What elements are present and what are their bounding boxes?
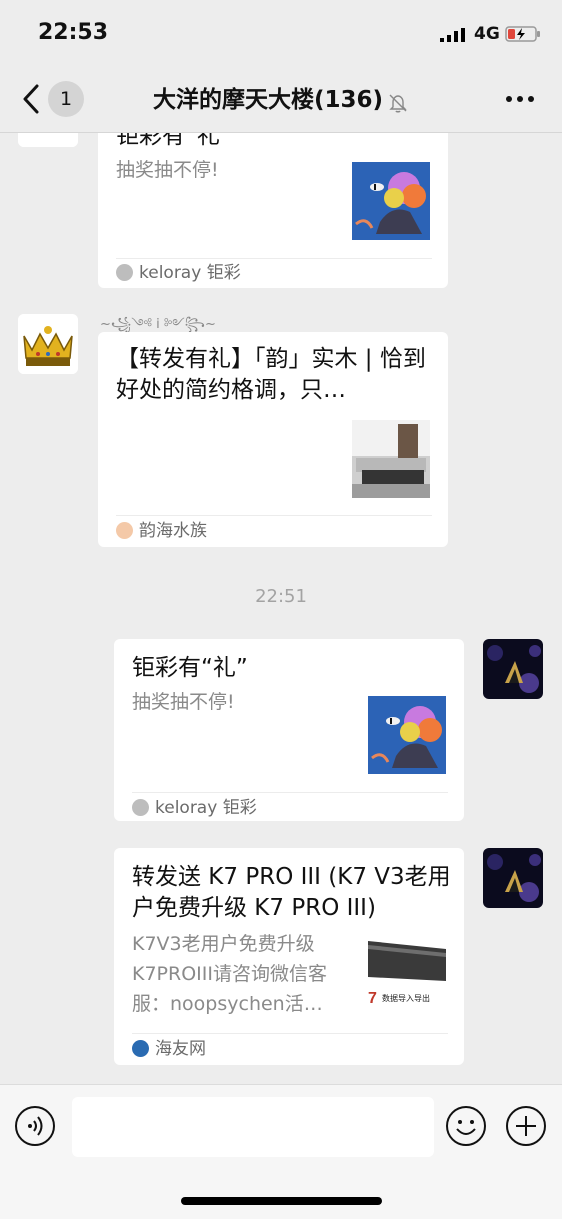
source-logo-icon [116,522,133,539]
signal-icon [440,28,465,42]
link-card[interactable]: 钜彩有“礼” 抽奖抽不停! keloray 钜彩 [114,639,464,821]
status-time: 22:53 [38,20,109,45]
card-description: 抽奖抽不停! [116,159,219,181]
back-chevron-icon[interactable] [20,82,42,116]
more-options-icon[interactable] [504,88,536,110]
source-name: keloray 钜彩 [155,798,257,818]
my-avatar[interactable] [483,639,543,699]
emoji-icon[interactable] [445,1105,487,1147]
card-description: K7V3老用户免费升级K7PROIII请咨询微信客服：noopsychen活… [132,933,327,1015]
card-title: 钜彩有“礼” [116,133,232,149]
card-separator [132,1033,448,1034]
card-title: 钜彩有“礼” [132,655,248,681]
card-description: 抽奖抽不停! [132,691,235,713]
link-card[interactable]: 转发送 K7 PRO III (K7 V3老用户免费升级 K7 PRO III)… [114,848,464,1065]
chat-title: 大洋的摩天大楼(136) [152,87,384,113]
voice-input-icon[interactable] [14,1105,56,1147]
home-indicator [181,1197,382,1205]
source-logo-icon [116,264,133,281]
source-logo-icon [132,1040,149,1057]
card-title: 【转发有礼】「韵」实木 | 恰到好处的简约格调，只… [116,346,426,403]
source-name: 海友网 [155,1039,206,1059]
unread-count-badge[interactable]: 1 [48,81,84,117]
card-source: 海友网 [132,1037,206,1061]
network-type: 4G [474,24,500,44]
chat-area[interactable]: 钜彩有“礼” 抽奖抽不停! keloray 钜彩 ~꧁༺ i ༻꧂~ 【转发有礼… [0,133,562,1083]
sender-avatar[interactable] [18,133,78,147]
card-title: 转发送 K7 PRO III (K7 V3老用户免费升级 K7 PRO III) [132,864,451,921]
svg-text:7: 7 [368,990,377,1007]
my-avatar[interactable] [483,848,543,908]
card-thumbnail [352,162,430,240]
battery-icon [505,26,540,42]
source-logo-icon [132,799,149,816]
card-thumbnail [352,420,430,498]
chat-header: 1 大洋的摩天大楼(136) [0,68,562,133]
source-name: 韵海水族 [139,521,207,541]
message-input[interactable] [72,1097,434,1157]
source-name: keloray 钜彩 [139,263,241,283]
link-card[interactable]: 钜彩有“礼” 抽奖抽不停! keloray 钜彩 [98,133,448,288]
card-thumbnail [368,696,446,774]
mute-bell-icon [389,94,407,112]
card-source: keloray 钜彩 [132,796,257,820]
chat-timestamp: 22:51 [255,586,307,607]
card-thumbnail: 7 数据导入导出 [368,937,446,1015]
chat-title-wrap: 大洋的摩天大楼(136) [0,68,562,132]
thumb-caption: 数据导入导出 [382,994,430,1003]
plus-icon[interactable] [505,1105,547,1147]
card-separator [116,515,432,516]
sender-avatar[interactable] [18,314,78,374]
link-card[interactable]: 【转发有礼】「韵」实木 | 恰到好处的简约格调，只… 韵海水族 [98,332,448,547]
card-source: keloray 钜彩 [116,261,241,285]
card-source: 韵海水族 [116,519,207,543]
status-bar: 22:53 4G [0,0,562,68]
card-separator [116,258,432,259]
card-separator [132,792,448,793]
